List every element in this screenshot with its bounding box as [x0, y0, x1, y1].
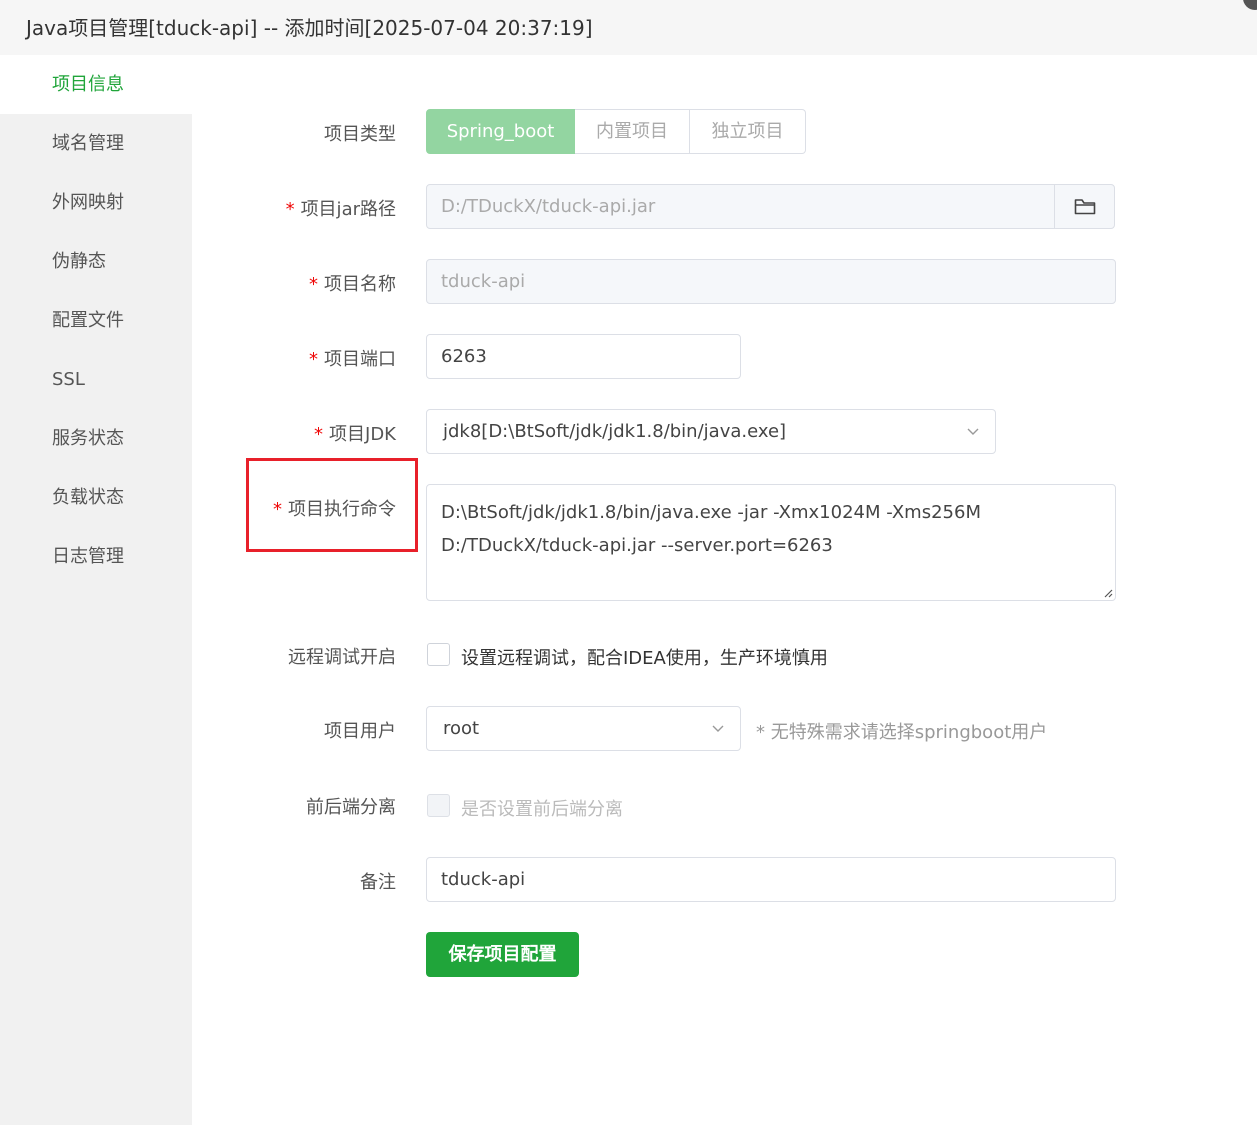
remote-debug-checkbox[interactable] [427, 643, 450, 666]
exec-command-textarea[interactable]: D:\BtSoft/jdk/jdk1.8/bin/java.exe -jar -… [426, 484, 1116, 601]
frontend-separation-label: 前后端分离 [306, 797, 396, 818]
remote-debug-label: 远程调试开启 [288, 647, 396, 668]
window-title: Java项目管理[tduck-api] -- 添加时间[2025-07-04 2… [26, 16, 593, 40]
remote-debug-text: 设置远程调试，配合IDEA使用，生产环境慎用 [461, 648, 828, 669]
sidebar-item-load-status[interactable]: 负载状态 [0, 468, 192, 527]
exec-command-line-2: D:/TDuckX/tduck-api.jar --server.port=62… [441, 535, 833, 556]
save-project-config-button[interactable]: 保存项目配置 [426, 932, 579, 977]
close-icon[interactable] [1243, 0, 1257, 10]
sidebar-item-project-info[interactable]: 项目信息 [0, 55, 192, 114]
folder-icon [1074, 198, 1095, 214]
radio-standalone-project[interactable]: 独立项目 [690, 109, 806, 154]
sidebar-item-service-status[interactable]: 服务状态 [0, 409, 192, 468]
project-user-hint: * 无特殊需求请选择springboot用户 [756, 722, 1048, 743]
project-name-input[interactable]: tduck-api [426, 259, 1116, 304]
sidebar: 项目信息 域名管理 外网映射 伪静态 配置文件 SSL 服务状态 负载状态 日志… [0, 55, 192, 1125]
radio-spring-boot[interactable]: Spring_boot [426, 109, 575, 154]
sidebar-item-config-file[interactable]: 配置文件 [0, 291, 192, 350]
window-titlebar: Java项目管理[tduck-api] -- 添加时间[2025-07-04 2… [0, 0, 1257, 55]
project-port-label: * 项目端口 [309, 349, 396, 370]
project-user-value: root [443, 718, 480, 739]
project-jdk-select[interactable]: jdk8[D:\BtSoft/jdk/jdk1.8/bin/java.exe] [426, 409, 996, 454]
jar-path-label: * 项目jar路径 [285, 199, 396, 220]
project-type-label: 项目类型 [324, 124, 396, 145]
project-jdk-label: * 项目JDK [314, 424, 396, 445]
project-user-label: 项目用户 [324, 721, 396, 742]
folder-browse-button[interactable] [1054, 184, 1115, 229]
sidebar-item-external-mapping[interactable]: 外网映射 [0, 173, 192, 232]
project-port-input[interactable]: 6263 [426, 334, 741, 379]
resize-grip-icon[interactable] [1103, 588, 1113, 598]
frontend-separation-text: 是否设置前后端分离 [461, 799, 623, 820]
jar-path-input[interactable]: D:/TDuckX/tduck-api.jar [426, 184, 1055, 229]
project-name-label: * 项目名称 [309, 274, 396, 295]
chevron-down-icon [712, 725, 724, 732]
project-jdk-value: jdk8[D:\BtSoft/jdk/jdk1.8/bin/java.exe] [443, 421, 787, 442]
project-user-select[interactable]: root [426, 706, 741, 751]
sidebar-item-logs[interactable]: 日志管理 [0, 527, 192, 586]
project-type-radio-group: Spring_boot 内置项目 独立项目 [426, 109, 806, 154]
exec-command-line-1: D:\BtSoft/jdk/jdk1.8/bin/java.exe -jar -… [441, 502, 981, 523]
chevron-down-icon [967, 428, 979, 435]
remark-input[interactable]: tduck-api [426, 857, 1116, 902]
frontend-separation-checkbox [427, 794, 450, 817]
sidebar-item-domain[interactable]: 域名管理 [0, 114, 192, 173]
sidebar-item-ssl[interactable]: SSL [0, 350, 192, 409]
sidebar-item-rewrite[interactable]: 伪静态 [0, 232, 192, 291]
highlight-box [246, 458, 418, 552]
radio-builtin-project[interactable]: 内置项目 [575, 109, 690, 154]
remark-label: 备注 [360, 872, 396, 893]
